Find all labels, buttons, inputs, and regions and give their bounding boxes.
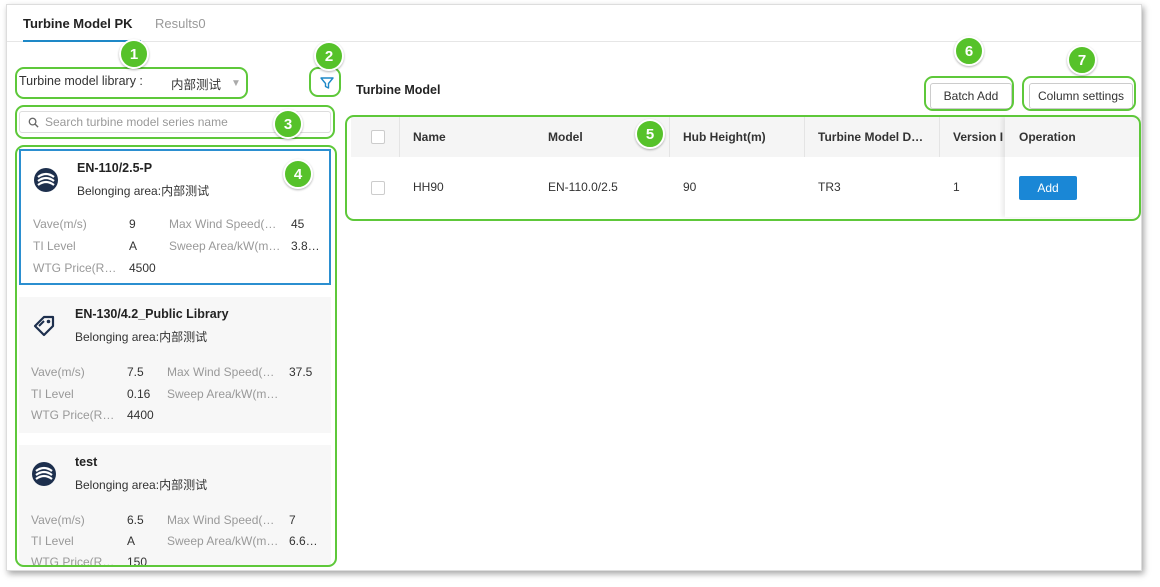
annotation-badge-2: 2 [314, 41, 344, 71]
annotation-badge-4: 4 [283, 159, 313, 189]
annotation-badge-6: 6 [954, 36, 984, 66]
annotation-outline-4 [15, 145, 337, 567]
annotation-outline-5 [345, 115, 1141, 221]
annotation-badge-7: 7 [1067, 45, 1097, 75]
annotation-badge-3: 3 [273, 109, 303, 139]
tab-label: Turbine Model PK [23, 16, 133, 31]
annotation-badge-1: 1 [119, 39, 149, 69]
app-window: Turbine Model PK Results0 Turbine model … [6, 4, 1142, 571]
annotation-outline-7 [1022, 76, 1136, 111]
section-title: Turbine Model [356, 83, 441, 97]
tab-results[interactable]: Results0 [155, 16, 206, 31]
annotation-outline-6 [924, 76, 1014, 111]
tab-label: Results0 [155, 16, 206, 31]
annotation-badge-5: 5 [635, 119, 665, 149]
annotation-outline-1 [15, 67, 248, 99]
tab-turbine-model-pk[interactable]: Turbine Model PK [23, 16, 141, 42]
annotation-outline-2 [309, 67, 341, 97]
